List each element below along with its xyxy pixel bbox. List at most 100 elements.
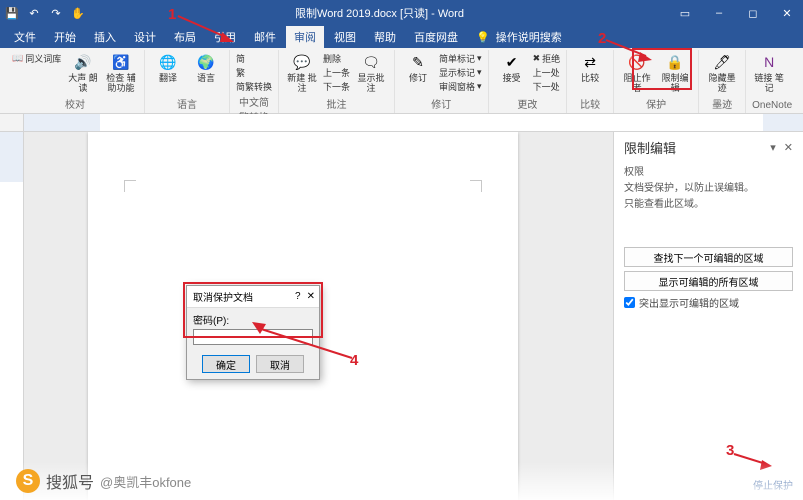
next-change-button[interactable]: 下一处 (533, 80, 561, 93)
tell-me[interactable]: 💡 操作说明搜索 (476, 29, 562, 45)
sohu-logo-icon: S (16, 469, 40, 493)
tell-me-label: 操作说明搜索 (496, 29, 562, 45)
tab-design[interactable]: 设计 (126, 26, 164, 48)
accessibility-icon: ♿ (111, 52, 131, 72)
restrict-editing-panel: 限制编辑 ▾ ✕ 权限 文档受保护，以防止误编辑。 只能查看此区域。 查找下一个… (613, 132, 803, 500)
annotation-4: 4 (350, 352, 358, 369)
dialog-close-icon[interactable]: ✕ (307, 291, 315, 302)
hide-ink-button[interactable]: 🖊隐藏墨 迹 (705, 52, 739, 93)
touch-mode-icon[interactable]: ✋ (70, 5, 86, 21)
find-next-region-button[interactable]: 查找下一个可编辑的区域 (624, 247, 793, 267)
show-all-regions-button[interactable]: 显示可编辑的所有区域 (624, 271, 793, 291)
show-markup-button[interactable]: 显示标记 ▾ (439, 66, 482, 79)
group-label: OneNote (752, 99, 792, 113)
panel-close-icon[interactable]: ✕ (784, 141, 793, 154)
dialog-help-icon[interactable]: ? (295, 291, 301, 302)
restrict-editing-button[interactable]: 🔒限制编辑 (658, 52, 692, 93)
ribbon-options-icon[interactable]: ▭ (673, 7, 697, 20)
compare-button[interactable]: ⇄比较 (573, 52, 607, 83)
delete-comment-button[interactable]: 删除 (323, 52, 350, 65)
group-language: 🌐翻译 🌍语言 语言 (145, 50, 230, 113)
language-button[interactable]: 🌍语言 (189, 52, 223, 83)
cancel-button[interactable]: 取消 (256, 355, 304, 373)
tab-home[interactable]: 开始 (46, 26, 84, 48)
translate-button[interactable]: 🌐翻译 (151, 52, 185, 83)
convert-button[interactable]: 简繁转换 (236, 80, 272, 93)
group-protect: 🚫阻止作者 🔒限制编辑 保护 (614, 50, 699, 113)
group-ink: 🖊隐藏墨 迹 墨迹 (699, 50, 746, 113)
pencil-icon: ✎ (408, 52, 428, 72)
tab-mailings[interactable]: 邮件 (246, 26, 284, 48)
group-tracking: ✎修订 简单标记 ▾ 显示标记 ▾ 审阅窗格 ▾ 修订 (395, 50, 489, 113)
group-chinese-conv: 简 繁 简繁转换 中文简繁转换 (230, 50, 279, 113)
tab-help[interactable]: 帮助 (366, 26, 404, 48)
translate-icon: 🌐 (158, 52, 178, 72)
tab-review[interactable]: 审阅 (286, 26, 324, 48)
protect-msg-2: 只能查看此区域。 (624, 197, 793, 213)
reject-button[interactable]: ✖拒绝 (533, 52, 561, 65)
x-icon: ✖ (533, 53, 541, 64)
tab-baidu[interactable]: 百度网盘 (406, 26, 466, 48)
password-input[interactable] (193, 329, 313, 345)
highlight-checkbox-input[interactable] (624, 297, 635, 308)
dialog-title: 取消保护文档 (193, 289, 253, 304)
to-traditional-button[interactable]: 繁 (236, 66, 272, 79)
watermark-brand: 搜狐号 (46, 469, 94, 493)
section-permissions: 权限 (624, 163, 793, 178)
group-changes: ✔接受 ✖拒绝 上一处 下一处 更改 (489, 50, 568, 113)
ok-button[interactable]: 确定 (202, 355, 250, 373)
group-comments: 💬新建 批注 删除 上一条 下一条 🗨显示批注 批注 (279, 50, 395, 113)
accessibility-button[interactable]: ♿检查 辅助功能 (104, 52, 138, 93)
next-comment-button[interactable]: 下一条 (323, 80, 350, 93)
prev-change-button[interactable]: 上一处 (533, 66, 561, 79)
ribbon-tabs: 文件 开始 插入 设计 布局 引用 邮件 审阅 视图 帮助 百度网盘 💡 操作说… (0, 26, 803, 48)
prev-comment-button[interactable]: 上一条 (323, 66, 350, 79)
protect-msg-1: 文档受保护，以防止误编辑。 (624, 181, 793, 197)
tab-layout[interactable]: 布局 (166, 26, 204, 48)
quick-access-toolbar: 💾 ↶ ↷ ✋ (4, 5, 86, 21)
group-onenote: N链接 笔记 OneNote (746, 50, 798, 113)
lightbulb-icon: 💡 (476, 31, 490, 44)
block-authors-button[interactable]: 🚫阻止作者 (620, 52, 654, 93)
tab-view[interactable]: 视图 (326, 26, 364, 48)
display-mode-select[interactable]: 简单标记 ▾ (439, 52, 482, 65)
accept-button[interactable]: ✔接受 (495, 52, 529, 83)
redo-icon[interactable]: ↷ (48, 5, 64, 21)
group-label: 墨迹 (705, 95, 739, 113)
document-area[interactable]: 取消保护文档 ? ✕ 密码(P): 确定 取消 4 (24, 132, 613, 500)
show-comments-button[interactable]: 🗨显示批注 (354, 52, 388, 93)
undo-icon[interactable]: ↶ (26, 5, 42, 21)
maximize-icon[interactable]: ◻ (741, 7, 765, 20)
group-label: 语言 (151, 95, 223, 113)
tab-insert[interactable]: 插入 (86, 26, 124, 48)
horizontal-ruler (0, 114, 803, 132)
close-icon[interactable]: ✕ (775, 7, 799, 20)
reviewing-pane-button[interactable]: 审阅窗格 ▾ (439, 80, 482, 93)
group-label: 更改 (495, 95, 561, 113)
to-simplified-button[interactable]: 简 (236, 52, 272, 65)
block-icon: 🚫 (627, 52, 647, 72)
minimize-icon[interactable]: – (707, 7, 731, 20)
highlight-checkbox-label: 突出显示可编辑的区域 (639, 295, 739, 310)
comments-icon: 🗨 (361, 52, 381, 72)
thesaurus-button[interactable]: 📖同义词库 (12, 52, 62, 65)
group-label: 批注 (285, 95, 388, 113)
workspace: 取消保护文档 ? ✕ 密码(P): 确定 取消 4 限制编辑 ▾ (0, 132, 803, 500)
group-label: 校对 (12, 95, 138, 113)
save-icon[interactable]: 💾 (4, 5, 20, 21)
tab-references[interactable]: 引用 (206, 26, 244, 48)
watermark: S 搜狐号 @奥凯丰okfone (0, 462, 803, 500)
linked-notes-button[interactable]: N链接 笔记 (752, 52, 786, 93)
speaker-icon: 🔊 (73, 52, 93, 72)
annotation-3: 3 (726, 442, 734, 459)
read-aloud-button[interactable]: 🔊大声 朗读 (66, 52, 100, 93)
tab-file[interactable]: 文件 (6, 26, 44, 48)
lock-icon: 🔒 (665, 52, 685, 72)
vertical-ruler (0, 132, 24, 500)
new-comment-button[interactable]: 💬新建 批注 (285, 52, 319, 93)
track-changes-button[interactable]: ✎修订 (401, 52, 435, 83)
group-compare: ⇄比较 比较 (567, 50, 614, 113)
highlight-regions-checkbox[interactable]: 突出显示可编辑的区域 (624, 295, 793, 310)
ribbon: 📖同义词库 🔊大声 朗读 ♿检查 辅助功能 校对 🌐翻译 🌍语言 语言 简 繁 … (0, 48, 803, 114)
panel-dropdown-icon[interactable]: ▾ (770, 141, 776, 154)
